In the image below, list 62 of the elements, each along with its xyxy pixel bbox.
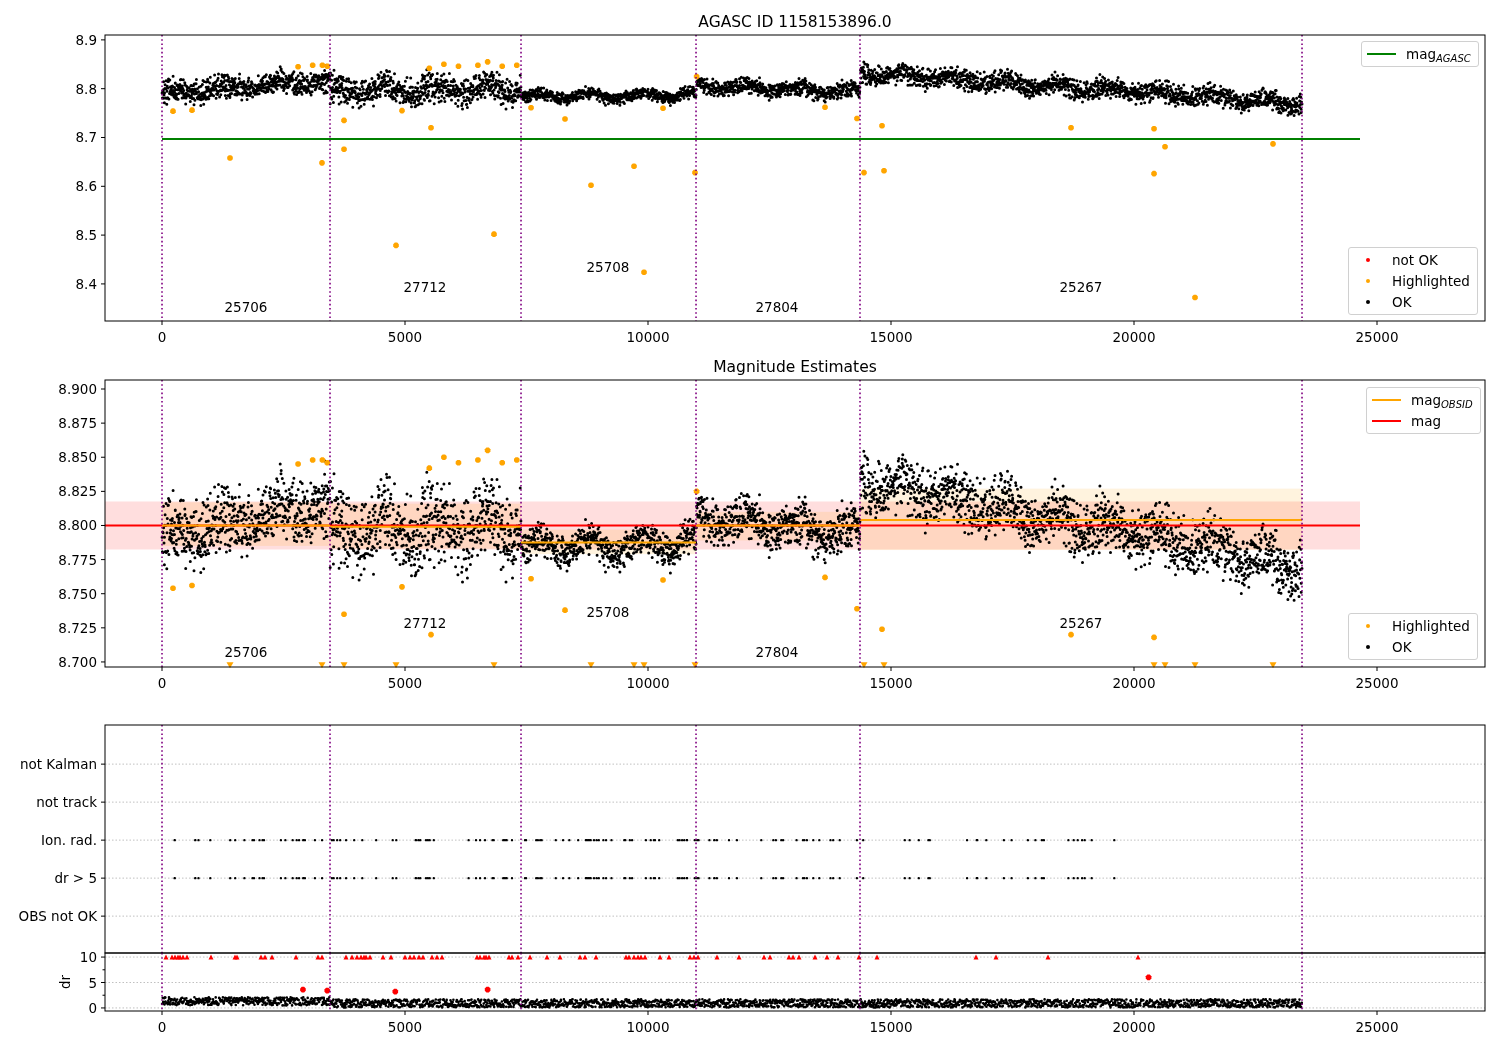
obsid-label: 25267 — [1059, 615, 1103, 631]
x-tick-label: 5000 — [387, 675, 423, 691]
obsid-label: 25706 — [224, 299, 268, 315]
obsid-label: 25706 — [224, 644, 268, 660]
y-tick-label: 8.6 — [75, 178, 97, 195]
y-tick-label: 0 — [88, 999, 97, 1016]
y-tick-label: not track — [36, 794, 97, 811]
y-tick-label: 8.750 — [58, 585, 97, 602]
y-tick-label: 8.9 — [75, 31, 97, 48]
y-tick-label: 8.7 — [75, 129, 97, 146]
y-tick-label: Ion. rad. — [40, 832, 97, 849]
y-tick-label: 8.900 — [58, 381, 97, 397]
obsid-label: 27804 — [755, 644, 799, 660]
x-tick-label: 0 — [157, 675, 167, 691]
x-tick-label: 25000 — [1355, 1019, 1399, 1035]
x-tick-label: 0 — [157, 329, 167, 345]
x-tick-label: 15000 — [869, 1019, 913, 1035]
legend-label: mag$_{AGASC}$ — [1406, 45, 1472, 63]
obsid-label: 27712 — [403, 615, 447, 631]
x-tick-label: 20000 — [1112, 675, 1156, 691]
chart-title: AGASC ID 1158153896.0 — [698, 13, 892, 31]
y-tick-label: 8.825 — [58, 483, 97, 500]
y-tick-label: 8.4 — [75, 275, 97, 292]
obsid-label: 27712 — [403, 279, 447, 295]
y-tick-label: 8.5 — [75, 227, 97, 244]
x-tick-label: 25000 — [1355, 329, 1399, 345]
obsid-label: 25708 — [586, 604, 630, 620]
legend-label: Highlighted — [1392, 272, 1471, 290]
y-tick-label: 8.875 — [58, 415, 97, 432]
y-tick-label: 8.8 — [75, 80, 97, 97]
x-tick-label: 5000 — [387, 329, 423, 345]
y-tick-label: dr > 5 — [54, 870, 97, 887]
y-tick-label: 10 — [79, 949, 97, 966]
x-tick-label: 15000 — [869, 675, 913, 691]
y-tick-label: 8.725 — [58, 619, 97, 636]
y-axis-label: dr — [57, 974, 73, 990]
x-tick-label: 5000 — [387, 1019, 423, 1035]
legend-label: OK — [1392, 293, 1413, 311]
legend-label: not OK — [1392, 251, 1439, 269]
y-tick-label: 8.800 — [58, 517, 97, 534]
y-tick-label: 8.700 — [58, 653, 97, 670]
obsid-label: 27804 — [755, 299, 799, 315]
x-tick-label: 15000 — [869, 329, 913, 345]
y-tick-label: 8.850 — [58, 449, 97, 466]
legend-label: mag$_{OBSID}$ — [1411, 391, 1474, 409]
obsid-label: 25708 — [586, 259, 630, 275]
obsid-label: 25267 — [1059, 279, 1103, 295]
y-tick-label: not Kalman — [19, 756, 97, 773]
x-tick-label: 25000 — [1355, 675, 1399, 691]
x-tick-label: 10000 — [626, 1019, 670, 1035]
y-tick-label: 8.775 — [58, 551, 97, 568]
x-tick-label: 10000 — [626, 675, 670, 691]
x-tick-label: 20000 — [1112, 329, 1156, 345]
chart-title: Magnitude Estimates — [713, 358, 877, 376]
x-tick-label: 10000 — [626, 329, 670, 345]
legend-label: OK — [1392, 638, 1413, 656]
y-tick-label: OBS not OK — [18, 908, 97, 925]
legend-label: Highlighted — [1392, 617, 1471, 635]
legend-label: mag — [1411, 412, 1442, 430]
x-tick-label: 20000 — [1112, 1019, 1156, 1035]
x-tick-label: 0 — [157, 1019, 167, 1035]
y-tick-label: 5 — [88, 974, 97, 991]
